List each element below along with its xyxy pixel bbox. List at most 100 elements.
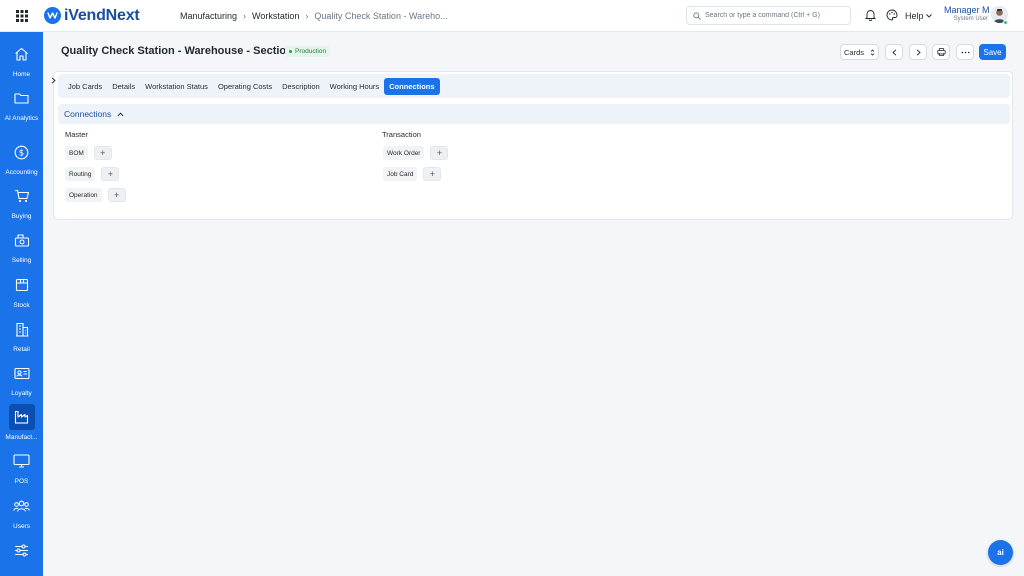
brand-logo[interactable]: iVendNext [44, 7, 140, 25]
search-bar[interactable] [686, 6, 851, 25]
status-badge: Production [285, 46, 331, 57]
sidebar-item-retail[interactable]: Retail [0, 316, 43, 354]
app-grid-button[interactable] [0, 0, 43, 32]
grid-icon [15, 9, 28, 22]
sidebar-item-home[interactable]: Home [0, 41, 43, 79]
cart-icon [14, 189, 29, 203]
chevron-left-icon [891, 48, 896, 56]
palette-icon [886, 9, 898, 21]
logo-mark-icon [44, 7, 61, 24]
tab-operating-costs[interactable]: Operating Costs [213, 78, 277, 95]
more-actions-button[interactable] [956, 44, 974, 60]
print-button[interactable] [932, 44, 950, 60]
cash-register-icon [14, 234, 29, 247]
sidebar-item-label: Manufact... [5, 434, 38, 441]
add-bom-button[interactable]: + [93, 146, 112, 160]
connection-link-bom[interactable]: BOM [65, 146, 88, 160]
brand-name: iVendNext [64, 6, 140, 24]
chevron-right-icon [51, 76, 56, 84]
previous-record-button[interactable] [885, 44, 903, 60]
sidebar-item-pos[interactable]: POS [0, 448, 43, 486]
plus-icon: + [107, 169, 114, 179]
sidebar-item-buying[interactable]: Buying [0, 183, 43, 221]
help-label: Help [905, 11, 924, 21]
section-title: Connections [64, 109, 112, 119]
ai-assistant-label: ai [997, 548, 1004, 557]
sliders-icon [15, 544, 28, 556]
sidebar-item-selling[interactable]: Selling [0, 227, 43, 265]
chevron-down-icon [925, 14, 932, 18]
breadcrumb-item-current: Quality Check Station - Wareho... [314, 11, 448, 21]
sidebar-item-stock[interactable]: Stock [0, 272, 43, 310]
tab-working-hours[interactable]: Working Hours [325, 78, 384, 95]
add-work-order-button[interactable]: + [430, 146, 449, 160]
next-record-button[interactable] [909, 44, 927, 60]
tab-description[interactable]: Description [277, 78, 325, 95]
top-bar: iVendNext Manufacturing › Workstation › … [0, 0, 1024, 32]
breadcrumb-item-manufacturing[interactable]: Manufacturing [180, 11, 237, 21]
connection-row: Operation + [65, 188, 126, 202]
sidebar-item-users[interactable]: Users [0, 493, 43, 531]
toggle-sidebar-button[interactable] [50, 75, 57, 85]
view-selector[interactable]: Cards [840, 44, 879, 60]
search-input[interactable] [705, 12, 845, 19]
chevron-right-icon: › [305, 11, 309, 21]
tab-connections[interactable]: Connections [384, 77, 440, 95]
user-menu[interactable]: Manager M System User [944, 5, 990, 22]
connections-section-header[interactable]: Connections [58, 104, 1010, 124]
sidebar-item-manufacturing[interactable]: Manufact... [0, 404, 43, 442]
sidebar-item-accounting[interactable]: $ Accounting [0, 139, 43, 177]
sidebar-item-ai-analytics[interactable]: AI Analytics [0, 85, 43, 123]
sidebar-item-label: Users [13, 523, 30, 530]
sidebar-item-loyalty[interactable]: Loyalty [0, 360, 43, 398]
tab-workstation-status[interactable]: Workstation Status [140, 78, 213, 95]
connection-link-operation[interactable]: Operation [65, 188, 102, 202]
ai-assistant-button[interactable]: ai [988, 540, 1013, 565]
connection-row: Job Card + [383, 167, 442, 181]
sidebar-item-label: Home [12, 71, 31, 78]
sidebar-item-label: Buying [11, 213, 32, 220]
monitor-icon [13, 454, 30, 468]
home-icon [15, 47, 28, 61]
user-role: System User [953, 16, 988, 22]
sidebar: Home AI Analytics $ Accounting Buying Se… [0, 32, 43, 576]
printer-icon [936, 48, 946, 56]
status-dot-icon [289, 50, 292, 53]
transaction-column-title: Transaction [382, 130, 421, 139]
notifications-button[interactable] [863, 8, 877, 22]
page-title: Quality Check Station - Warehouse - Sect… [61, 45, 304, 57]
view-selector-label: Cards [843, 47, 864, 57]
chevron-right-icon: › [243, 11, 247, 21]
sidebar-item-settings[interactable] [0, 537, 43, 563]
breadcrumb: Manufacturing › Workstation › Quality Ch… [180, 0, 448, 32]
connection-link-work-order[interactable]: Work Order [383, 146, 425, 160]
sidebar-item-label: POS [14, 478, 29, 485]
breadcrumb-item-workstation[interactable]: Workstation [252, 11, 299, 21]
connection-link-job-card[interactable]: Job Card [383, 167, 418, 181]
add-routing-button[interactable]: + [101, 167, 120, 181]
sidebar-item-label: Selling [11, 257, 32, 264]
plus-icon: + [100, 148, 106, 158]
theme-button[interactable] [885, 8, 899, 22]
ellipsis-icon [961, 51, 969, 53]
sidebar-item-label: Retail [13, 346, 30, 353]
sidebar-item-label: AI Analytics [4, 115, 39, 122]
plus-icon: + [113, 190, 120, 200]
connection-row: Routing + [65, 167, 120, 181]
help-menu[interactable]: Help [905, 0, 932, 32]
box-icon [15, 278, 28, 292]
sidebar-item-label: Accounting [5, 169, 38, 176]
save-button[interactable]: Save [979, 44, 1006, 60]
dollar-icon: $ [14, 145, 29, 159]
connection-link-routing[interactable]: Routing [65, 167, 96, 181]
form-tabs: Job Cards Details Workstation Status Ope… [58, 74, 1010, 98]
tab-job-cards[interactable]: Job Cards [63, 78, 107, 95]
sort-arrows-icon [870, 48, 875, 56]
connection-row: Work Order + [383, 146, 449, 160]
add-job-card-button[interactable]: + [423, 167, 442, 181]
add-operation-button[interactable]: + [107, 188, 126, 202]
bell-icon [864, 10, 876, 21]
connection-row: BOM + [65, 146, 112, 160]
tab-details[interactable]: Details [107, 78, 140, 95]
plus-icon: + [436, 148, 443, 158]
